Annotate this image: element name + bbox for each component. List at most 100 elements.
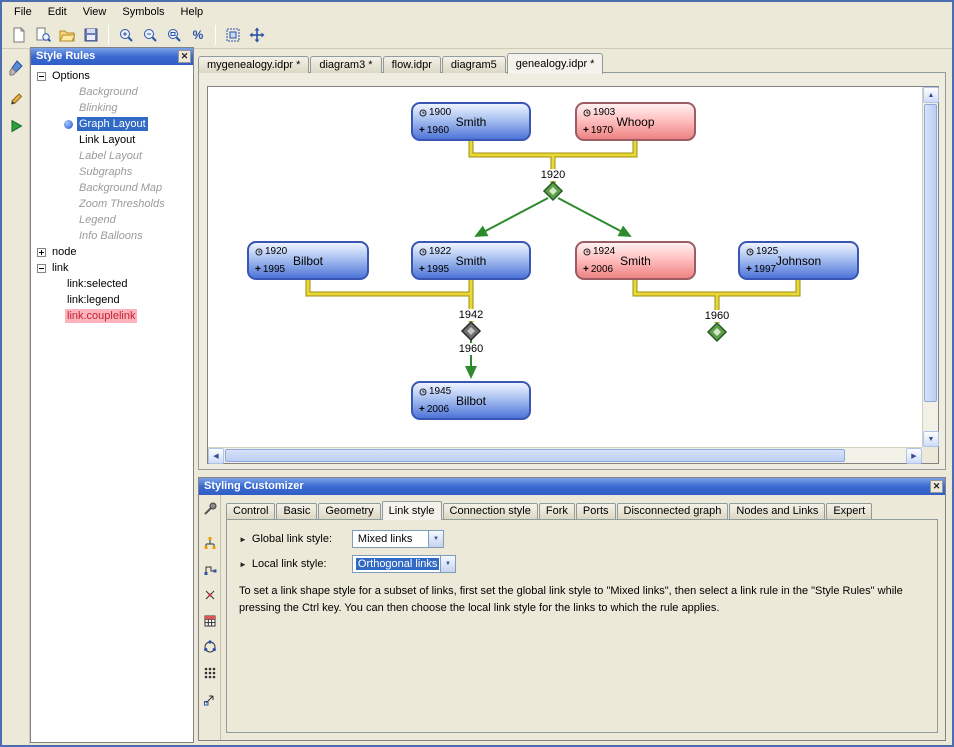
marriage-node-1960[interactable] bbox=[708, 323, 726, 341]
menu-symbols[interactable]: Symbols bbox=[114, 4, 172, 20]
pencil-tool-button[interactable] bbox=[5, 86, 27, 108]
tab-expert[interactable]: Expert bbox=[826, 503, 872, 519]
marriage-node-1942[interactable] bbox=[462, 322, 480, 340]
scroll-right-button[interactable]: ▶ bbox=[906, 448, 922, 464]
tree-item-link-couplelink[interactable]: link.couplelink bbox=[31, 308, 193, 324]
scroll-down-button[interactable]: ▼ bbox=[923, 431, 939, 447]
vertical-scroll-thumb[interactable] bbox=[924, 104, 937, 402]
table-layout-button[interactable] bbox=[201, 612, 219, 630]
tab-geometry[interactable]: Geometry bbox=[318, 503, 380, 519]
styling-customizer-panel: Styling Customizer ✕ bbox=[198, 477, 946, 741]
tab-nodes-and-links[interactable]: Nodes and Links bbox=[729, 503, 825, 519]
tab-flow[interactable]: flow.idpr bbox=[383, 56, 441, 73]
tab-ports[interactable]: Ports bbox=[576, 503, 616, 519]
tree-item-link-legend[interactable]: link:legend bbox=[31, 292, 193, 308]
person-node-smith-1900[interactable]: 1900 Smith +1960 bbox=[411, 102, 531, 141]
graph-layout-sphere-icon bbox=[64, 120, 73, 129]
scroll-left-button[interactable]: ◀ bbox=[208, 448, 224, 464]
open-button[interactable] bbox=[56, 24, 78, 46]
style-rules-panel: Style Rules ✕ Options Background Blinkin… bbox=[30, 47, 194, 743]
tree-item-background[interactable]: Background bbox=[31, 84, 193, 100]
fit-content-button[interactable] bbox=[222, 24, 244, 46]
hierarchical-layout-button[interactable] bbox=[201, 534, 219, 552]
zoom-percent-icon: % bbox=[193, 28, 204, 42]
menu-file[interactable]: File bbox=[6, 4, 40, 20]
person-node-johnson-1925[interactable]: 1925 Johnson +1997 bbox=[738, 241, 859, 280]
zoom-percent-button[interactable]: % bbox=[187, 24, 209, 46]
tab-disconnected-graph[interactable]: Disconnected graph bbox=[617, 503, 729, 519]
tree-item-graph-layout[interactable]: Graph Layout bbox=[31, 116, 193, 132]
menu-edit[interactable]: Edit bbox=[40, 4, 75, 20]
descent-link[interactable] bbox=[471, 198, 630, 377]
tree-item-node[interactable]: node bbox=[31, 244, 193, 260]
collapse-icon[interactable] bbox=[37, 72, 46, 81]
tab-link-style[interactable]: Link style bbox=[382, 501, 442, 520]
local-link-style-label: Local link style: bbox=[252, 558, 352, 570]
person-node-smith-1924[interactable]: 1924 Smith +2006 bbox=[575, 241, 696, 280]
horizontal-scroll-thumb[interactable] bbox=[225, 449, 845, 462]
style-rules-title-bar[interactable]: Style Rules ✕ bbox=[31, 48, 193, 65]
global-link-style-select[interactable]: Mixed links ▼ bbox=[352, 530, 444, 548]
tab-control[interactable]: Control bbox=[226, 503, 275, 519]
panel-title: Style Rules bbox=[36, 50, 95, 62]
tree-item-info-balloons[interactable]: Info Balloons bbox=[31, 228, 193, 244]
bullet-icon: ► bbox=[239, 535, 247, 544]
tab-genealogy[interactable]: genealogy.idpr * bbox=[507, 53, 604, 74]
tree-item-legend[interactable]: Legend bbox=[31, 212, 193, 228]
brush-tool-button[interactable] bbox=[5, 57, 27, 79]
new-document-button[interactable] bbox=[8, 24, 30, 46]
random-layout-button[interactable] bbox=[201, 690, 219, 708]
tree-item-label-layout[interactable]: Label Layout bbox=[31, 148, 193, 164]
customizer-tools-button[interactable] bbox=[201, 500, 219, 518]
collapse-icon[interactable] bbox=[37, 264, 46, 273]
local-link-style-value: Orthogonal links bbox=[356, 558, 440, 570]
tree-item-link[interactable]: link bbox=[31, 260, 193, 276]
zoom-in-icon bbox=[118, 27, 134, 43]
marriage-node-1920[interactable] bbox=[544, 182, 562, 200]
vertical-scrollbar[interactable]: ▲ ▼ bbox=[922, 87, 938, 447]
tree-item-options[interactable]: Options bbox=[31, 68, 193, 84]
tab-fork[interactable]: Fork bbox=[539, 503, 575, 519]
person-node-smith-1922[interactable]: 1922 Smith +1995 bbox=[411, 241, 531, 280]
diagram-canvas[interactable]: 1900 Smith +1960 1903 Whoop +1970 1920 B… bbox=[208, 87, 922, 447]
close-icon[interactable]: ✕ bbox=[930, 480, 943, 493]
tab-diagram3[interactable]: diagram3 * bbox=[310, 56, 381, 73]
link-routing-button[interactable] bbox=[201, 586, 219, 604]
person-node-bilbot-1920[interactable]: 1920 Bilbot +1995 bbox=[247, 241, 369, 280]
person-node-bilbot-1945[interactable]: 1945 Bilbot +2006 bbox=[411, 381, 531, 420]
horizontal-scrollbar[interactable]: ◀ ▶ bbox=[208, 447, 922, 463]
tree-item-blinking[interactable]: Blinking bbox=[31, 100, 193, 116]
tab-mygenealogy[interactable]: mygenealogy.idpr * bbox=[198, 56, 309, 73]
preview-button[interactable] bbox=[32, 24, 54, 46]
grid-layout-button[interactable] bbox=[201, 664, 219, 682]
zoom-box-button[interactable] bbox=[163, 24, 185, 46]
person-node-whoop-1903[interactable]: 1903 Whoop +1970 bbox=[575, 102, 696, 141]
expand-icon[interactable] bbox=[37, 248, 46, 257]
orthogonal-layout-button[interactable] bbox=[201, 560, 219, 578]
menu-help[interactable]: Help bbox=[173, 4, 212, 20]
tree-item-link-selected[interactable]: link:selected bbox=[31, 276, 193, 292]
save-button[interactable] bbox=[80, 24, 102, 46]
tree-item-subgraphs[interactable]: Subgraphs bbox=[31, 164, 193, 180]
chevron-down-icon[interactable]: ▼ bbox=[440, 556, 455, 572]
tab-connection-style[interactable]: Connection style bbox=[443, 503, 538, 519]
run-button[interactable] bbox=[5, 115, 27, 137]
diagram-canvas-frame: 1900 Smith +1960 1903 Whoop +1970 1920 B… bbox=[207, 86, 939, 464]
tab-basic[interactable]: Basic bbox=[276, 503, 317, 519]
tree-item-background-map[interactable]: Background Map bbox=[31, 180, 193, 196]
local-link-style-select[interactable]: Orthogonal links ▼ bbox=[352, 555, 456, 573]
tree-item-link-layout[interactable]: Link Layout bbox=[31, 132, 193, 148]
tree-item-zoom-thresholds[interactable]: Zoom Thresholds bbox=[31, 196, 193, 212]
scroll-up-button[interactable]: ▲ bbox=[923, 87, 939, 103]
styling-customizer-title-bar[interactable]: Styling Customizer ✕ bbox=[199, 478, 945, 495]
zoom-out-button[interactable] bbox=[139, 24, 161, 46]
tab-diagram5[interactable]: diagram5 bbox=[442, 56, 506, 73]
chevron-down-icon[interactable]: ▼ bbox=[428, 531, 443, 547]
new-document-icon bbox=[11, 27, 27, 43]
menu-view[interactable]: View bbox=[75, 4, 115, 20]
circular-layout-button[interactable] bbox=[201, 638, 219, 656]
pan-button[interactable] bbox=[246, 24, 268, 46]
zoom-in-button[interactable] bbox=[115, 24, 137, 46]
close-icon[interactable]: ✕ bbox=[178, 50, 191, 63]
death-year: 2006 bbox=[591, 264, 613, 275]
